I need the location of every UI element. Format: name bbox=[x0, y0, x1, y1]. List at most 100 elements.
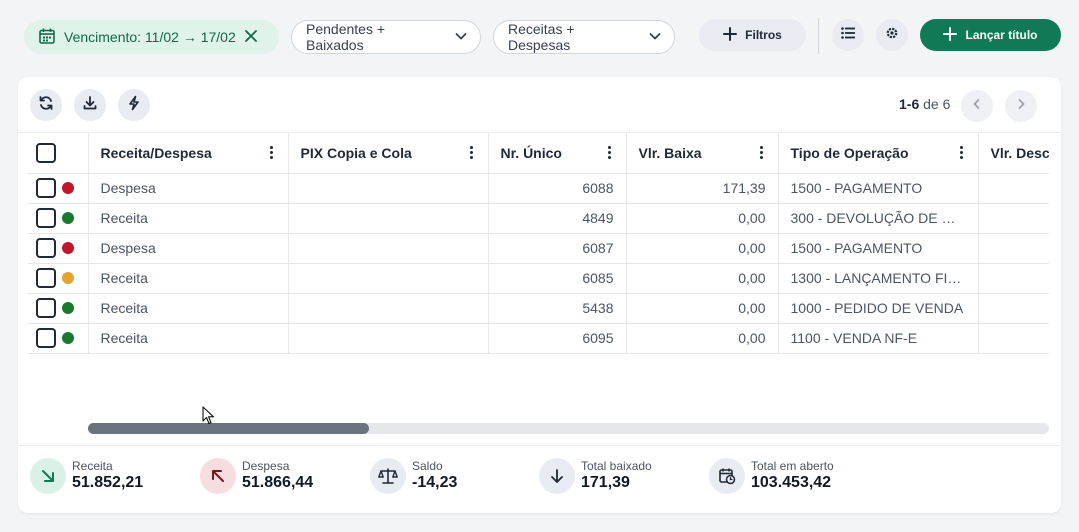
cell-vlr-baixa: 0,00 bbox=[625, 233, 778, 264]
table-header-row: Receita/Despesa PIX Copia e Cola Nr. Úni… bbox=[28, 133, 1049, 174]
column-menu-icon[interactable] bbox=[268, 146, 276, 160]
cell-vlr-desconto bbox=[977, 203, 1049, 234]
summary-label: Total em aberto bbox=[751, 459, 834, 473]
cell-receita-despesa: Despesa bbox=[87, 173, 288, 204]
row-checkbox[interactable] bbox=[36, 298, 56, 318]
row-select-cell bbox=[28, 263, 88, 294]
date-filter-chip[interactable]: Vencimento: 11/02 → 17/02 bbox=[24, 20, 279, 54]
summary-label: Despesa bbox=[242, 459, 290, 473]
table-row[interactable]: Despesa 6088 171,39 1500 - PAGAMENTO bbox=[28, 173, 1049, 204]
status-dot bbox=[62, 242, 74, 254]
table-row[interactable]: Receita 6095 0,00 1100 - VENDA NF-E bbox=[28, 323, 1049, 354]
column-header-label: Vlr. Baixa bbox=[638, 144, 702, 161]
cell-vlr-baixa: 0,00 bbox=[625, 263, 778, 294]
cell-vlr-desconto bbox=[977, 233, 1049, 264]
summary-value: 103.453,42 bbox=[751, 474, 832, 491]
column-menu-icon[interactable] bbox=[958, 146, 966, 160]
cell-tipo-operacao: 300 - DEVOLUÇÃO DE CO… bbox=[777, 203, 978, 234]
table-row[interactable]: Receita 5438 0,00 1000 - PEDIDO DE VENDA bbox=[28, 293, 1049, 324]
pagination-info: 1-6 de 6 bbox=[899, 96, 950, 112]
column-header-tipo-operacao[interactable]: Tipo de Operação bbox=[777, 133, 978, 174]
cell-vlr-desconto bbox=[977, 173, 1049, 204]
cell-vlr-desconto bbox=[977, 293, 1049, 324]
row-checkbox[interactable] bbox=[36, 328, 56, 348]
mouse-pointer-icon bbox=[202, 406, 216, 431]
summary-value: 171,39 bbox=[581, 474, 630, 491]
refresh-button[interactable] bbox=[30, 89, 62, 121]
filters-button[interactable]: Filtros bbox=[699, 19, 806, 51]
column-header-nr-unico[interactable]: Nr. Único bbox=[487, 133, 626, 174]
status-filter-label: Pendentes + Baixados bbox=[306, 21, 386, 53]
settings-button[interactable] bbox=[876, 19, 908, 51]
scrollbar-thumb[interactable] bbox=[88, 423, 369, 434]
toolbar-divider bbox=[818, 18, 819, 54]
summary-value: 51.866,44 bbox=[242, 474, 314, 491]
cell-pix bbox=[287, 173, 488, 204]
cell-nr-unico: 4849 bbox=[487, 203, 626, 234]
column-header-label: Tipo de Operação bbox=[790, 144, 909, 161]
column-header-pix[interactable]: PIX Copia e Cola bbox=[287, 133, 488, 174]
type-filter-dropdown[interactable]: Receitas + Despesas bbox=[493, 20, 675, 54]
column-menu-icon[interactable] bbox=[606, 146, 614, 160]
row-checkbox[interactable] bbox=[36, 238, 56, 258]
cell-receita-despesa: Receita bbox=[87, 293, 288, 324]
previous-page-button[interactable] bbox=[961, 90, 993, 122]
table-row[interactable]: Receita 4849 0,00 300 - DEVOLUÇÃO DE CO… bbox=[28, 203, 1049, 234]
column-header-label: PIX Copia e Cola bbox=[300, 144, 412, 161]
calendar-clock-icon bbox=[709, 458, 745, 494]
launch-title-button[interactable]: Lançar título bbox=[920, 19, 1061, 51]
cell-receita-despesa: Receita bbox=[87, 323, 288, 354]
column-header-receita-despesa[interactable]: Receita/Despesa bbox=[87, 133, 288, 174]
cell-nr-unico: 6085 bbox=[487, 263, 626, 294]
row-select-cell bbox=[28, 323, 88, 354]
row-select-cell bbox=[28, 233, 88, 264]
cell-vlr-baixa: 0,00 bbox=[625, 203, 778, 234]
horizontal-scrollbar[interactable] bbox=[88, 423, 1049, 434]
cell-vlr-desconto bbox=[977, 263, 1049, 294]
date-filter-label: Vencimento: 11/02 → 17/02 bbox=[64, 29, 236, 45]
summary-label: Receita bbox=[72, 459, 113, 473]
column-header-vlr-baixa[interactable]: Vlr. Baixa bbox=[625, 133, 778, 174]
plus-icon bbox=[943, 26, 958, 44]
chevron-left-icon bbox=[971, 97, 983, 115]
row-checkbox[interactable] bbox=[36, 208, 56, 228]
status-dot bbox=[62, 182, 74, 194]
next-page-button[interactable] bbox=[1005, 90, 1037, 122]
status-filter-dropdown[interactable]: Pendentes + Baixados bbox=[291, 20, 481, 54]
column-header-vlr-desconto[interactable]: Vlr. Desco bbox=[977, 133, 1049, 174]
pagination-total: de 6 bbox=[923, 96, 951, 112]
download-icon bbox=[82, 95, 98, 116]
table-row[interactable]: Receita 6085 0,00 1300 - LANÇAMENTO FIN… bbox=[28, 263, 1049, 294]
cell-nr-unico: 6088 bbox=[487, 173, 626, 204]
summary-total-aberto: Total em aberto 103.453,42 bbox=[709, 458, 834, 494]
settings-icon bbox=[885, 26, 899, 45]
row-checkbox[interactable] bbox=[36, 268, 56, 288]
arrow-down-icon bbox=[539, 458, 575, 494]
cell-pix bbox=[287, 293, 488, 324]
summary-value: -14,23 bbox=[412, 474, 458, 491]
row-checkbox[interactable] bbox=[36, 178, 56, 198]
results-card: 1-6 de 6 Receita/Despesa PIX Copia e Col… bbox=[18, 77, 1061, 513]
list-view-button[interactable] bbox=[832, 19, 864, 51]
cell-nr-unico: 6087 bbox=[487, 233, 626, 264]
cell-tipo-operacao: 1000 - PEDIDO DE VENDA bbox=[777, 293, 978, 324]
cell-vlr-baixa: 0,00 bbox=[625, 293, 778, 324]
cell-receita-despesa: Receita bbox=[87, 203, 288, 234]
actions-button[interactable] bbox=[118, 89, 150, 121]
summary-receita: Receita 51.852,21 bbox=[30, 458, 143, 494]
cell-receita-despesa: Receita bbox=[87, 263, 288, 294]
cell-receita-despesa: Despesa bbox=[87, 233, 288, 264]
close-icon[interactable] bbox=[244, 29, 258, 46]
pagination-range: 1-6 bbox=[899, 96, 920, 112]
column-menu-icon[interactable] bbox=[468, 146, 476, 160]
column-menu-icon[interactable] bbox=[758, 146, 766, 160]
cell-tipo-operacao: 1500 - PAGAMENTO bbox=[777, 173, 978, 204]
balance-icon bbox=[370, 458, 406, 494]
select-all-checkbox[interactable] bbox=[36, 142, 56, 163]
download-button[interactable] bbox=[74, 89, 106, 121]
table-row[interactable]: Despesa 6087 0,00 1500 - PAGAMENTO bbox=[28, 233, 1049, 264]
summary-value: 51.852,21 bbox=[72, 474, 144, 491]
summary-total-baixado: Total baixado 171,39 bbox=[539, 458, 652, 494]
cell-pix bbox=[287, 263, 488, 294]
filters-button-label: Filtros bbox=[745, 28, 782, 42]
